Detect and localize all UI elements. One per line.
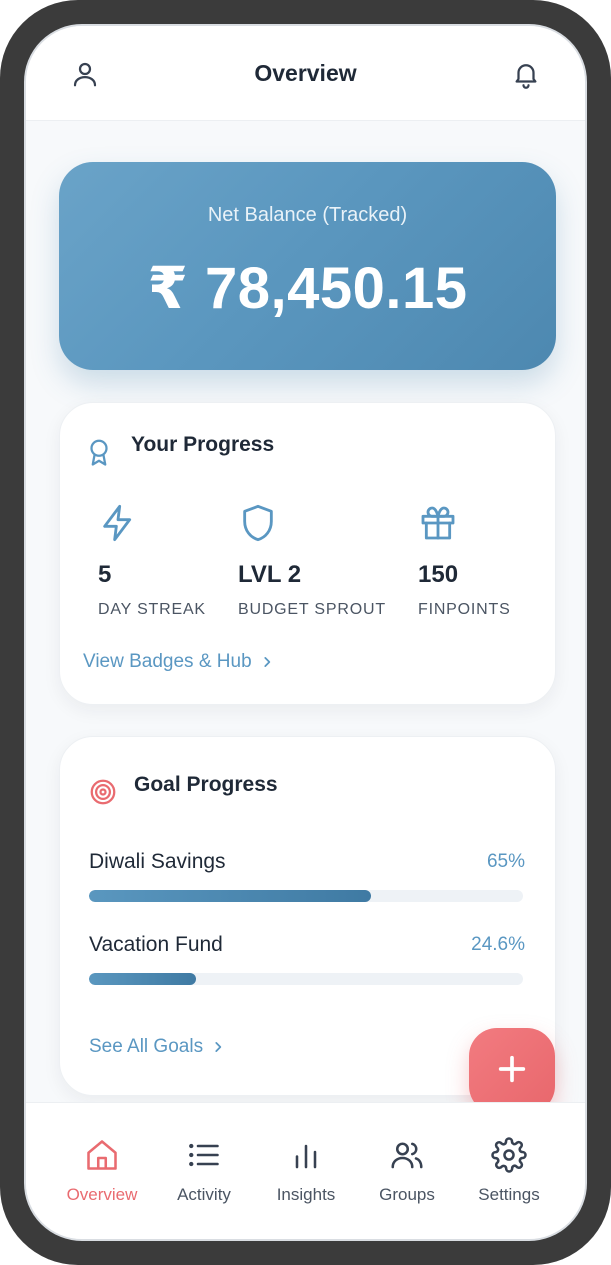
- goal-progress-fill: [89, 973, 196, 985]
- stat-finpoints: 150 FINPOINTS: [418, 503, 548, 619]
- gift-icon: [418, 503, 458, 543]
- net-balance-card: Net Balance (Tracked) ₹ 78,450.15: [59, 162, 556, 370]
- goal-progress-fill: [89, 890, 372, 902]
- home-icon: [84, 1137, 120, 1173]
- users-icon: [389, 1137, 425, 1173]
- bottom-navigation: Overview Activity Insights Groups Settin…: [26, 1102, 585, 1239]
- chevron-right-icon: [260, 655, 274, 669]
- net-balance-value: ₹ 78,450.15: [147, 256, 468, 321]
- goal-progress-title: Goal Progress: [134, 773, 278, 796]
- nav-label: Groups: [379, 1185, 435, 1204]
- nav-label: Settings: [478, 1185, 540, 1204]
- goal-progress-bar: [89, 973, 523, 985]
- view-badges-label: View Badges & Hub: [83, 651, 252, 672]
- plus-icon: [495, 1052, 529, 1091]
- page-title: Overview: [254, 60, 357, 86]
- see-all-goals-link[interactable]: See All Goals: [89, 1036, 225, 1058]
- shield-icon: [238, 503, 278, 543]
- app-screen: Overview Net Balance (Tracked) ₹ 78,450.…: [24, 24, 587, 1241]
- your-progress-title: Your Progress: [131, 433, 275, 456]
- nav-item-activity[interactable]: Activity: [154, 1137, 254, 1205]
- top-app-bar: Overview: [26, 26, 585, 121]
- award-ribbon-icon: [84, 437, 114, 467]
- goal-progress-bar: [89, 890, 523, 902]
- view-badges-link[interactable]: View Badges & Hub: [83, 651, 274, 673]
- target-icon: [88, 777, 118, 807]
- bell-icon[interactable]: [511, 59, 541, 89]
- your-progress-card: Your Progress 5 DAY STREAK LVL 2 BUDGET: [59, 402, 556, 705]
- goal-percent: 24.6%: [471, 934, 525, 955]
- stat-label: FINPOINTS: [418, 601, 511, 618]
- chevron-right-icon: [211, 1040, 225, 1054]
- bar-chart-icon: [288, 1137, 324, 1173]
- net-balance-label: Net Balance (Tracked): [207, 204, 408, 226]
- stat-label: BUDGET SPROUT: [238, 601, 386, 618]
- goal-name: Diwali Savings: [89, 850, 226, 873]
- nav-label: Overview: [66, 1185, 138, 1204]
- gear-icon: [491, 1137, 527, 1173]
- goal-percent: 65%: [486, 851, 525, 872]
- nav-item-overview[interactable]: Overview: [52, 1137, 152, 1205]
- nav-label: Activity: [177, 1185, 231, 1204]
- stat-value: LVL 2: [238, 561, 302, 588]
- nav-item-insights[interactable]: Insights: [256, 1137, 356, 1205]
- see-all-goals-label: See All Goals: [89, 1036, 204, 1057]
- nav-item-settings[interactable]: Settings: [459, 1137, 559, 1205]
- nav-label: Insights: [276, 1185, 336, 1204]
- nav-item-groups[interactable]: Groups: [357, 1137, 457, 1205]
- phone-frame: Overview Net Balance (Tracked) ₹ 78,450.…: [0, 0, 611, 1265]
- stat-budget-level: LVL 2 BUDGET SPROUT: [238, 503, 408, 619]
- lightning-icon: [98, 503, 138, 543]
- goal-name: Vacation Fund: [89, 933, 223, 956]
- stat-value: 150: [418, 561, 459, 588]
- list-icon: [186, 1137, 222, 1173]
